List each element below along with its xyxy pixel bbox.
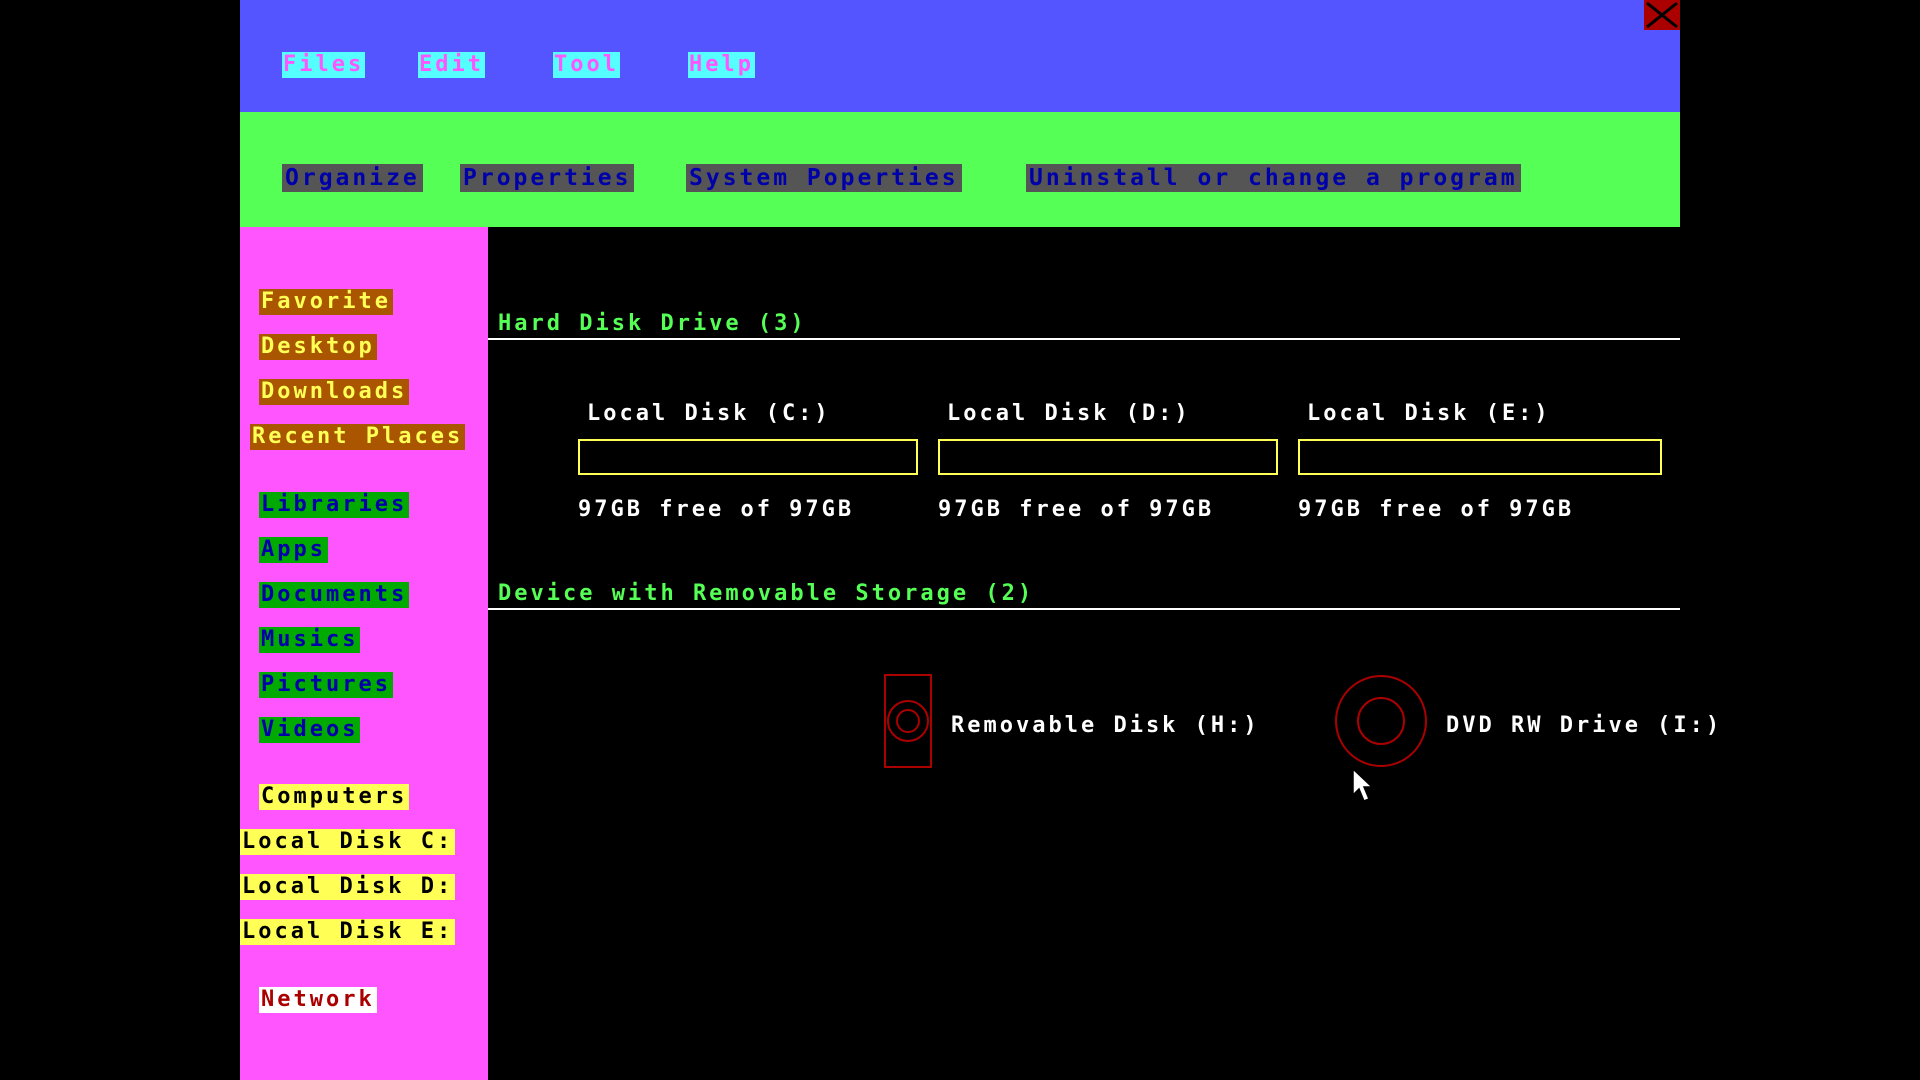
sidebar-item-desktop[interactable]: Desktop (259, 334, 377, 360)
sidebar-item-downloads[interactable]: Downloads (259, 379, 410, 405)
menu-edit[interactable]: Edit (418, 52, 485, 78)
section-divider (488, 338, 1680, 340)
sidebar-item-recent-places[interactable]: Recent Places (250, 424, 466, 450)
section-divider (488, 608, 1680, 610)
sidebar-item-documents[interactable]: Documents (259, 582, 410, 608)
menu-bar: Files Edit Tool Help (240, 0, 1680, 112)
sidebar-item-pictures[interactable]: Pictures (259, 672, 393, 698)
usb-drive-icon[interactable] (884, 674, 932, 768)
main-content: Hard Disk Drive (3) Local Disk (C:) 97GB… (488, 227, 1719, 1080)
removable-disk-h-label[interactable]: Removable Disk (H:) (951, 713, 1260, 738)
dvd-rw-drive-i-label[interactable]: DVD RW Drive (I:) (1446, 713, 1722, 738)
menu-files[interactable]: Files (282, 52, 366, 78)
hard-disk-section-title: Hard Disk Drive (3) (498, 311, 807, 336)
uninstall-program-button[interactable]: Uninstall or change a program (1026, 164, 1521, 192)
disk-e-name: Local Disk (E:) (1307, 401, 1551, 426)
system-properties-button[interactable]: System Poperties (686, 164, 962, 192)
navigation-sidebar: Favorite Desktop Downloads Recent Places… (240, 227, 488, 1080)
sidebar-item-computers[interactable]: Computers (259, 784, 410, 810)
sidebar-item-musics[interactable]: Musics (259, 627, 361, 653)
disk-c-usage-bar[interactable] (578, 439, 918, 475)
close-button[interactable] (1644, 0, 1680, 30)
sidebar-item-local-disk-e[interactable]: Local Disk E: (240, 919, 456, 945)
explorer-window: Files Edit Tool Help Organize Properties… (240, 0, 1719, 1080)
mouse-pointer-icon (1352, 768, 1374, 802)
sidebar-item-local-disk-c[interactable]: Local Disk C: (240, 829, 456, 855)
close-icon (1644, 0, 1680, 30)
sidebar-item-network[interactable]: Network (259, 987, 377, 1013)
menu-help[interactable]: Help (688, 52, 755, 78)
sidebar-item-favorite[interactable]: Favorite (259, 289, 393, 315)
disk-d-usage-bar[interactable] (938, 439, 1278, 475)
disk-d-name: Local Disk (D:) (947, 401, 1191, 426)
command-toolbar: Organize Properties System Poperties Uni… (240, 112, 1680, 227)
disk-e-usage-bar[interactable] (1298, 439, 1662, 475)
sidebar-item-local-disk-d[interactable]: Local Disk D: (240, 874, 456, 900)
disk-e-free-space: 97GB free of 97GB (1298, 497, 1575, 522)
organize-button[interactable]: Organize (282, 164, 423, 192)
sidebar-item-libraries[interactable]: Libraries (259, 492, 410, 518)
properties-button[interactable]: Properties (460, 164, 635, 192)
optical-disc-icon[interactable] (1334, 674, 1428, 768)
disk-c-name: Local Disk (C:) (587, 401, 831, 426)
sidebar-item-apps[interactable]: Apps (259, 537, 328, 563)
removable-section-title: Device with Removable Storage (2) (498, 581, 1035, 606)
disk-c-free-space: 97GB free of 97GB (578, 497, 855, 522)
disk-d-free-space: 97GB free of 97GB (938, 497, 1215, 522)
sidebar-item-videos[interactable]: Videos (259, 717, 361, 743)
menu-tool[interactable]: Tool (553, 52, 620, 78)
